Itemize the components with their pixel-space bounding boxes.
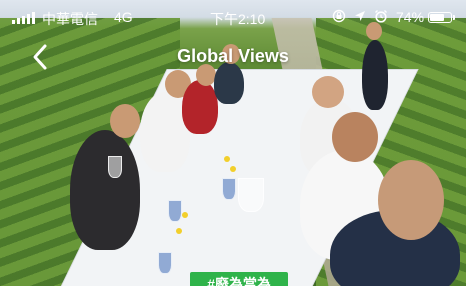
diner-head (332, 112, 378, 162)
clock: 下午2:10 (210, 11, 266, 27)
signal-strength-icon (12, 12, 35, 24)
water-glass (158, 252, 172, 274)
carrier-label: 中華電信 (42, 11, 98, 27)
alarm-icon (375, 10, 387, 23)
yellow-flower (176, 228, 182, 234)
lock-rotation-icon (332, 9, 346, 23)
status-icons (332, 9, 388, 23)
diner-head (378, 160, 444, 240)
status-bar: 中華電信 4G 下午2:10 74% (0, 0, 466, 36)
battery-percent: 74% (396, 9, 425, 25)
standing-person (362, 40, 388, 110)
back-button[interactable] (28, 42, 54, 72)
article-screen: 中華電信 4G 下午2:10 74% Global Views #廢為當為 (0, 0, 466, 286)
diner (182, 80, 218, 134)
water-glass (222, 178, 236, 200)
diner-head (312, 76, 344, 108)
wine-glass (108, 156, 122, 178)
diner (70, 130, 140, 250)
yellow-flower (230, 166, 236, 172)
diner-head (196, 64, 216, 86)
chevron-left-icon (33, 44, 47, 70)
group-dining-photo (0, 0, 466, 286)
location-arrow-icon (355, 11, 365, 21)
battery-nub (453, 15, 455, 20)
diner-head (110, 104, 140, 138)
wine-glass (238, 178, 264, 212)
diner-head (222, 44, 240, 64)
hashtag-badge[interactable]: #廢為當為 (190, 272, 288, 286)
diner (214, 62, 244, 104)
battery-icon (428, 12, 452, 23)
battery-fill (430, 14, 445, 21)
network-type-label: 4G (114, 9, 133, 25)
yellow-flower (224, 156, 230, 162)
yellow-flower (182, 212, 188, 218)
water-glass (168, 200, 182, 222)
